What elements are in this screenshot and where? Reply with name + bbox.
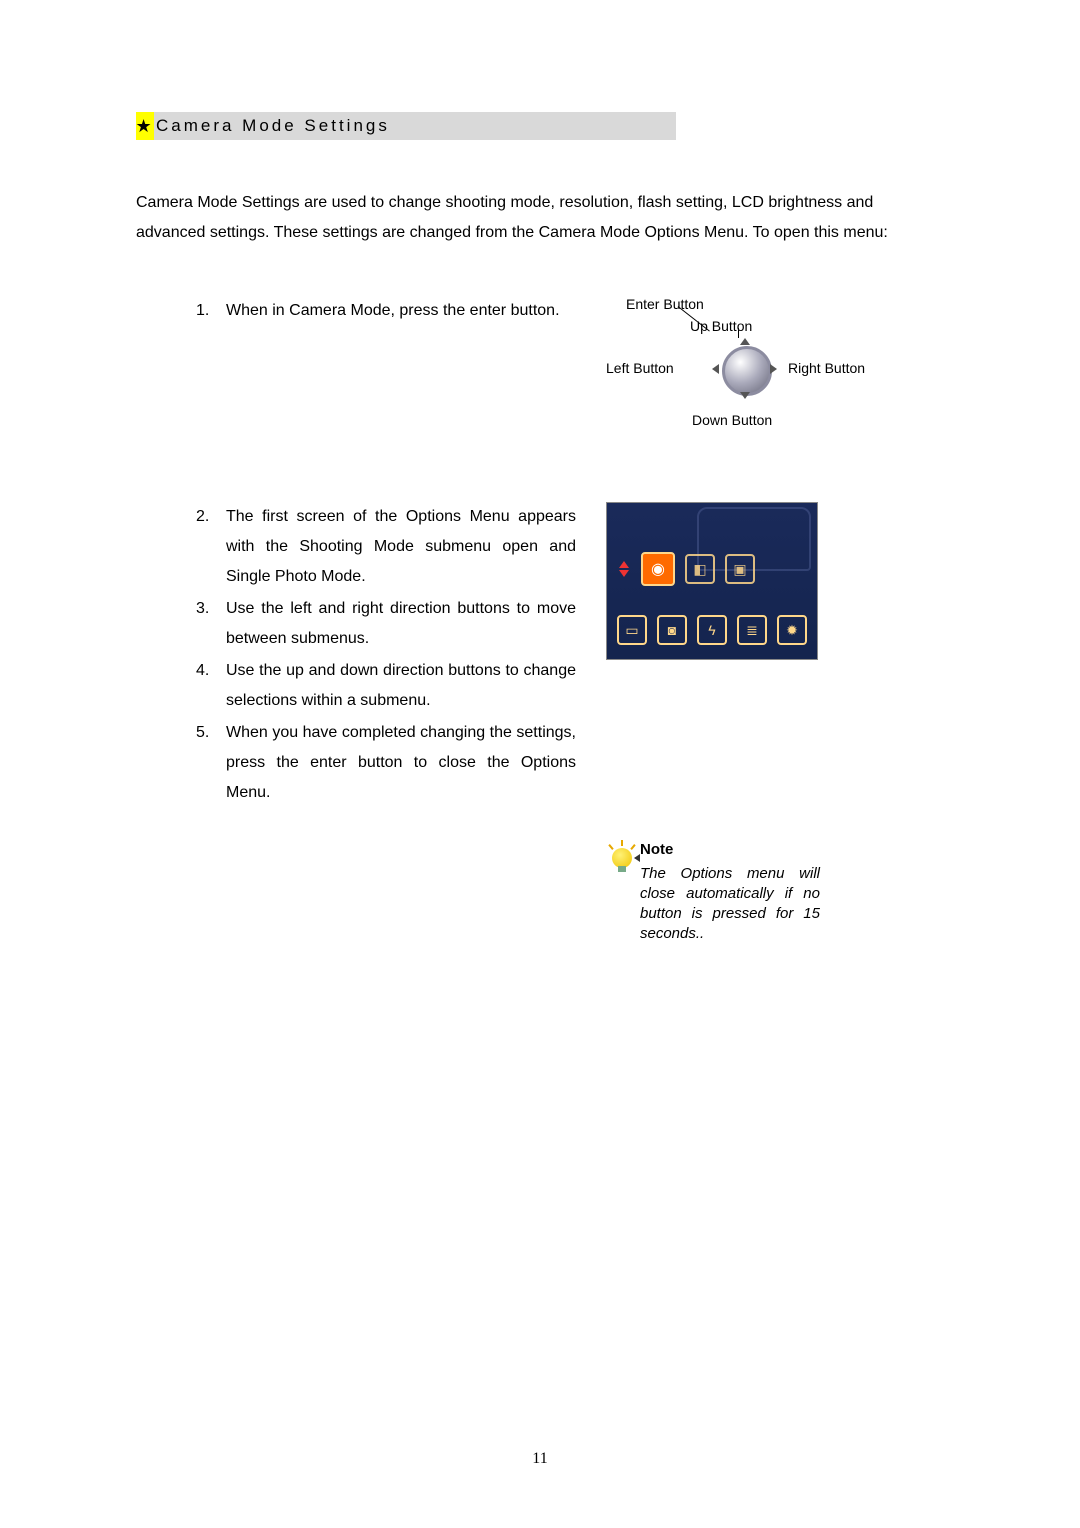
label-left: Left Button xyxy=(606,360,674,376)
row-steps-2-5: 2. The first screen of the Options Menu … xyxy=(136,502,946,944)
lightbulb-icon xyxy=(606,840,640,874)
step-5-number: 5. xyxy=(196,718,226,808)
joystick-diagram: Enter Button Up Button Left Button Right… xyxy=(606,296,866,446)
section-heading-text: Camera Mode Settings xyxy=(156,116,390,136)
mode-tab-icon: ▭ xyxy=(617,615,647,645)
list-tab-icon: ≣ xyxy=(737,615,767,645)
section-heading: ★ Camera Mode Settings xyxy=(136,112,676,140)
content-area: ★ Camera Mode Settings Camera Mode Setti… xyxy=(136,112,946,944)
menu-tabs-row: ▭ ◙ ϟ ≣ ✹ xyxy=(617,615,807,645)
settings-tab-icon: ✹ xyxy=(777,615,807,645)
label-down: Down Button xyxy=(692,412,772,428)
step-4: 4. Use the up and down direction buttons… xyxy=(196,656,576,716)
step-5-text: When you have completed changing the set… xyxy=(226,718,576,808)
intro-paragraph: Camera Mode Settings are used to change … xyxy=(136,188,936,248)
star-icon: ★ xyxy=(136,112,154,140)
step-2-text: The first screen of the Options Menu app… xyxy=(226,502,576,592)
step-4-number: 4. xyxy=(196,656,226,716)
arrow-down-icon xyxy=(740,392,750,399)
label-up: Up Button xyxy=(690,318,752,334)
arrow-up-icon xyxy=(740,338,750,345)
options-menu-screenshot: ◉ ◧ ▣ ▭ ◙ ϟ ≣ ✹ xyxy=(606,502,818,660)
step-3: 3. Use the left and right direction butt… xyxy=(196,594,576,654)
note-block: Note The Options menu will close automat… xyxy=(606,840,826,944)
single-photo-mode-icon: ◉ xyxy=(641,552,675,586)
step-list-2: 2. The first screen of the Options Menu … xyxy=(136,502,576,810)
step-2: 2. The first screen of the Options Menu … xyxy=(196,502,576,592)
submenu-row: ◉ ◧ ▣ xyxy=(617,553,807,585)
multi-shot-icon: ◧ xyxy=(685,554,715,584)
step-1: 1. When in Camera Mode, press the enter … xyxy=(196,296,576,326)
note-text: Note The Options menu will close automat… xyxy=(640,840,820,944)
flash-tab-icon: ϟ xyxy=(697,615,727,645)
label-enter: Enter Button xyxy=(626,296,704,312)
note-header: Note xyxy=(640,840,820,860)
step-list-1: 1. When in Camera Mode, press the enter … xyxy=(136,296,576,328)
label-right: Right Button xyxy=(788,360,865,376)
step-3-text: Use the left and right direction buttons… xyxy=(226,594,576,654)
manual-page: ★ Camera Mode Settings Camera Mode Setti… xyxy=(0,0,1080,1528)
step-4-text: Use the up and down direction buttons to… xyxy=(226,656,576,716)
step-5: 5. When you have completed changing the … xyxy=(196,718,576,808)
step-3-number: 3. xyxy=(196,594,226,654)
right-column: ◉ ◧ ▣ ▭ ◙ ϟ ≣ ✹ xyxy=(576,502,826,944)
step-1-number: 1. xyxy=(196,296,226,326)
leader-up xyxy=(738,328,739,338)
step-2-number: 2. xyxy=(196,502,226,592)
arrow-left-icon xyxy=(712,364,719,374)
note-body: The Options menu will close automaticall… xyxy=(640,864,820,944)
arrow-right-icon xyxy=(770,364,777,374)
up-down-indicator-icon xyxy=(617,561,631,577)
timer-shot-icon: ▣ xyxy=(725,554,755,584)
joystick-icon xyxy=(722,346,772,396)
page-number: 11 xyxy=(0,1450,1080,1468)
row-step1: 1. When in Camera Mode, press the enter … xyxy=(136,296,946,446)
resolution-tab-icon: ◙ xyxy=(657,615,687,645)
step-1-text: When in Camera Mode, press the enter but… xyxy=(226,296,576,326)
